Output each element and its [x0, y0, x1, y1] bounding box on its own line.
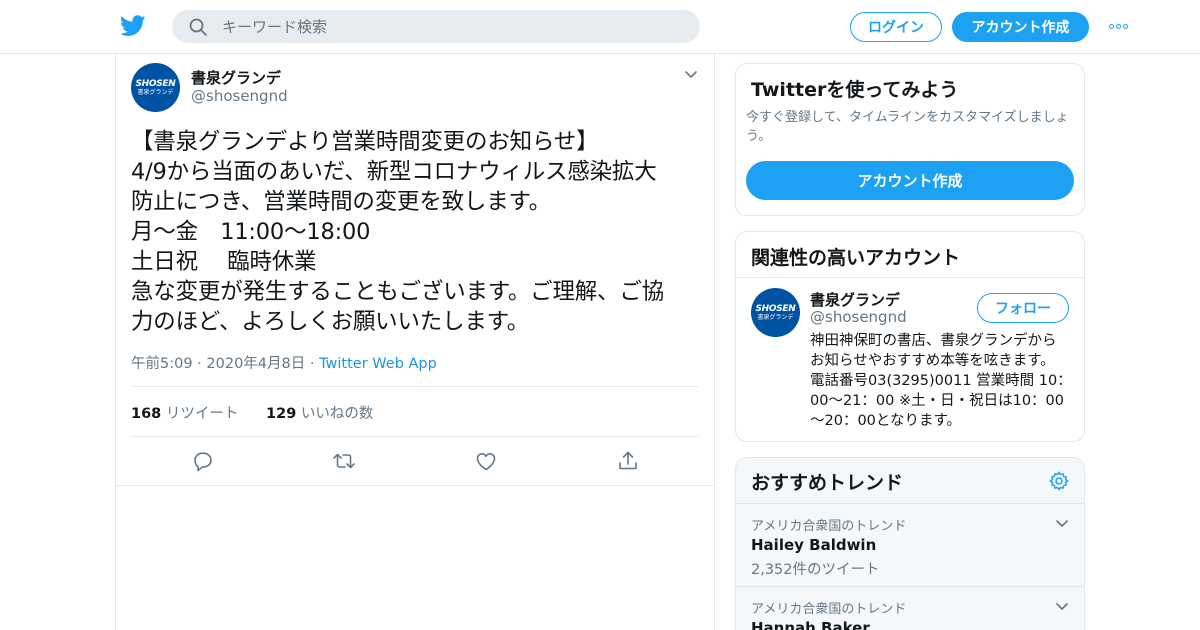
tweet-line: 【書泉グランデより営業時間変更のお知らせ】 [131, 129, 599, 155]
avatar-logo-subtext: 書泉グランデ [137, 88, 174, 96]
avatar-logo-subtext: 書泉グランデ [757, 313, 794, 321]
search-input[interactable] [222, 10, 682, 43]
tweet-text: 【書泉グランデより営業時間変更のお知らせ】 4/9から当面のあいだ、新型コロナウ… [131, 127, 706, 337]
chevron-down-icon[interactable] [1054, 601, 1070, 613]
retweet-label: リツイート [165, 406, 239, 422]
reply-icon[interactable] [191, 449, 215, 473]
follow-button[interactable]: フォロー [977, 293, 1069, 323]
trend-name: Hailey Baldwin [751, 536, 877, 554]
tweet-line: 4/9から当面のあいだ、新型コロナウィルス感染拡大 [131, 159, 657, 185]
tweet-line: 防止につき、営業時間の変更を致します。 [131, 189, 551, 215]
related-accounts-title: 関連性の高いアカウント [751, 247, 961, 269]
tweet-line: 急な変更が発生することもございます。ご理解、ご協 [131, 279, 664, 305]
signup-button[interactable]: アカウント作成 [952, 12, 1089, 42]
trends-title: おすすめトレンド [751, 472, 904, 494]
related-accounts-card: 関連性の高いアカウント SHOSEN 書泉グランデ 書泉グランデ @shosen… [735, 231, 1085, 442]
tweet-timestamp[interactable]: 午前5:09 · 2020年4月8日 [131, 356, 305, 372]
trend-context: アメリカ合衆国のトレンド [751, 602, 907, 617]
like-stat[interactable]: 129 いいねの数 [266, 406, 373, 422]
trends-header: おすすめトレンド [736, 458, 1084, 503]
twitter-bird-icon[interactable] [120, 14, 146, 38]
chevron-down-icon[interactable] [682, 68, 700, 82]
author-handle[interactable]: @shosengnd [191, 87, 288, 105]
author-name[interactable]: 書泉グランデ [191, 67, 281, 88]
divider [131, 386, 699, 387]
gear-icon[interactable] [1048, 470, 1070, 492]
signup-card: Twitterを使ってみよう 今すぐ登録して、タイムラインをカスタマイズしましょ… [735, 63, 1085, 216]
tweet-line: 力のほど、よろしくお願いいたします。 [131, 309, 530, 335]
top-bar: ログイン アカウント作成 [0, 0, 1200, 54]
tweet-source-link[interactable]: Twitter Web App [319, 356, 437, 372]
related-account-bio: 神田神保町の書店、書泉グランデから お知らせやおすすめ本等を呟きます。 電話番号… [810, 331, 1072, 431]
divider [131, 436, 699, 437]
tweet-line: 月〜金 11:00〜18:00 [131, 219, 371, 245]
signup-card-button[interactable]: アカウント作成 [746, 161, 1074, 200]
trend-item[interactable]: アメリカ合衆国のトレンド Hannah Baker [736, 586, 1084, 630]
tweet-detail: SHOSEN 書泉グランデ 書泉グランデ @shosengnd 【書泉グランデよ… [115, 54, 715, 630]
divider [116, 485, 714, 486]
tweet-actions [116, 438, 714, 484]
bio-line: 00～21：00 ※土・日・祝日は10：00 [810, 393, 1065, 409]
avatar[interactable]: SHOSEN 書泉グランデ [131, 63, 180, 112]
avatar-logo-text: SHOSEN [135, 78, 176, 89]
more-dots-icon[interactable] [1106, 16, 1130, 36]
avatar-logo-text: SHOSEN [755, 303, 796, 314]
divider [736, 277, 1084, 278]
trends-card: おすすめトレンド アメリカ合衆国のトレンド Hailey Baldwin 2,3… [735, 457, 1085, 630]
trend-item[interactable]: アメリカ合衆国のトレンド Hailey Baldwin 2,352件のツイート [736, 503, 1084, 586]
bio-line: 神田神保町の書店、書泉グランデから [810, 333, 1057, 349]
like-icon[interactable] [474, 449, 498, 473]
tweet-line: 土日祝 臨時休業 [131, 249, 317, 275]
bio-line: ～20：00となります。 [810, 413, 962, 429]
like-count: 129 [266, 406, 297, 422]
like-label: いいねの数 [300, 406, 374, 422]
signup-card-title: Twitterを使ってみよう [751, 79, 959, 101]
tweet-meta: 午前5:09 · 2020年4月8日 · Twitter Web App [131, 352, 437, 373]
trend-context: アメリカ合衆国のトレンド [751, 519, 907, 534]
chevron-down-icon[interactable] [1054, 518, 1070, 530]
retweet-icon[interactable] [332, 449, 356, 473]
share-icon[interactable] [616, 449, 640, 473]
bio-line: 電話番号03(3295)0011 営業時間 10： [810, 373, 1072, 389]
search-icon [189, 18, 207, 36]
avatar[interactable]: SHOSEN 書泉グランデ [751, 288, 800, 337]
retweet-stat[interactable]: 168 リツイート [131, 406, 238, 422]
bio-line: お知らせやおすすめ本等を呟きます。 [810, 353, 1055, 369]
tweet-stats: 168 リツイート 129 いいねの数 [131, 402, 373, 423]
trend-count: 2,352件のツイート [751, 562, 880, 578]
related-account-name[interactable]: 書泉グランデ [810, 289, 900, 310]
search-box[interactable] [172, 10, 700, 43]
meta-separator: · [305, 356, 320, 372]
login-button[interactable]: ログイン [850, 12, 942, 42]
signup-card-description: 今すぐ登録して、タイムラインをカスタマイズしましょう。 [746, 110, 1069, 144]
trend-name: Hannah Baker [751, 619, 870, 630]
related-account-handle[interactable]: @shosengnd [810, 308, 907, 326]
retweet-count: 168 [131, 406, 162, 422]
